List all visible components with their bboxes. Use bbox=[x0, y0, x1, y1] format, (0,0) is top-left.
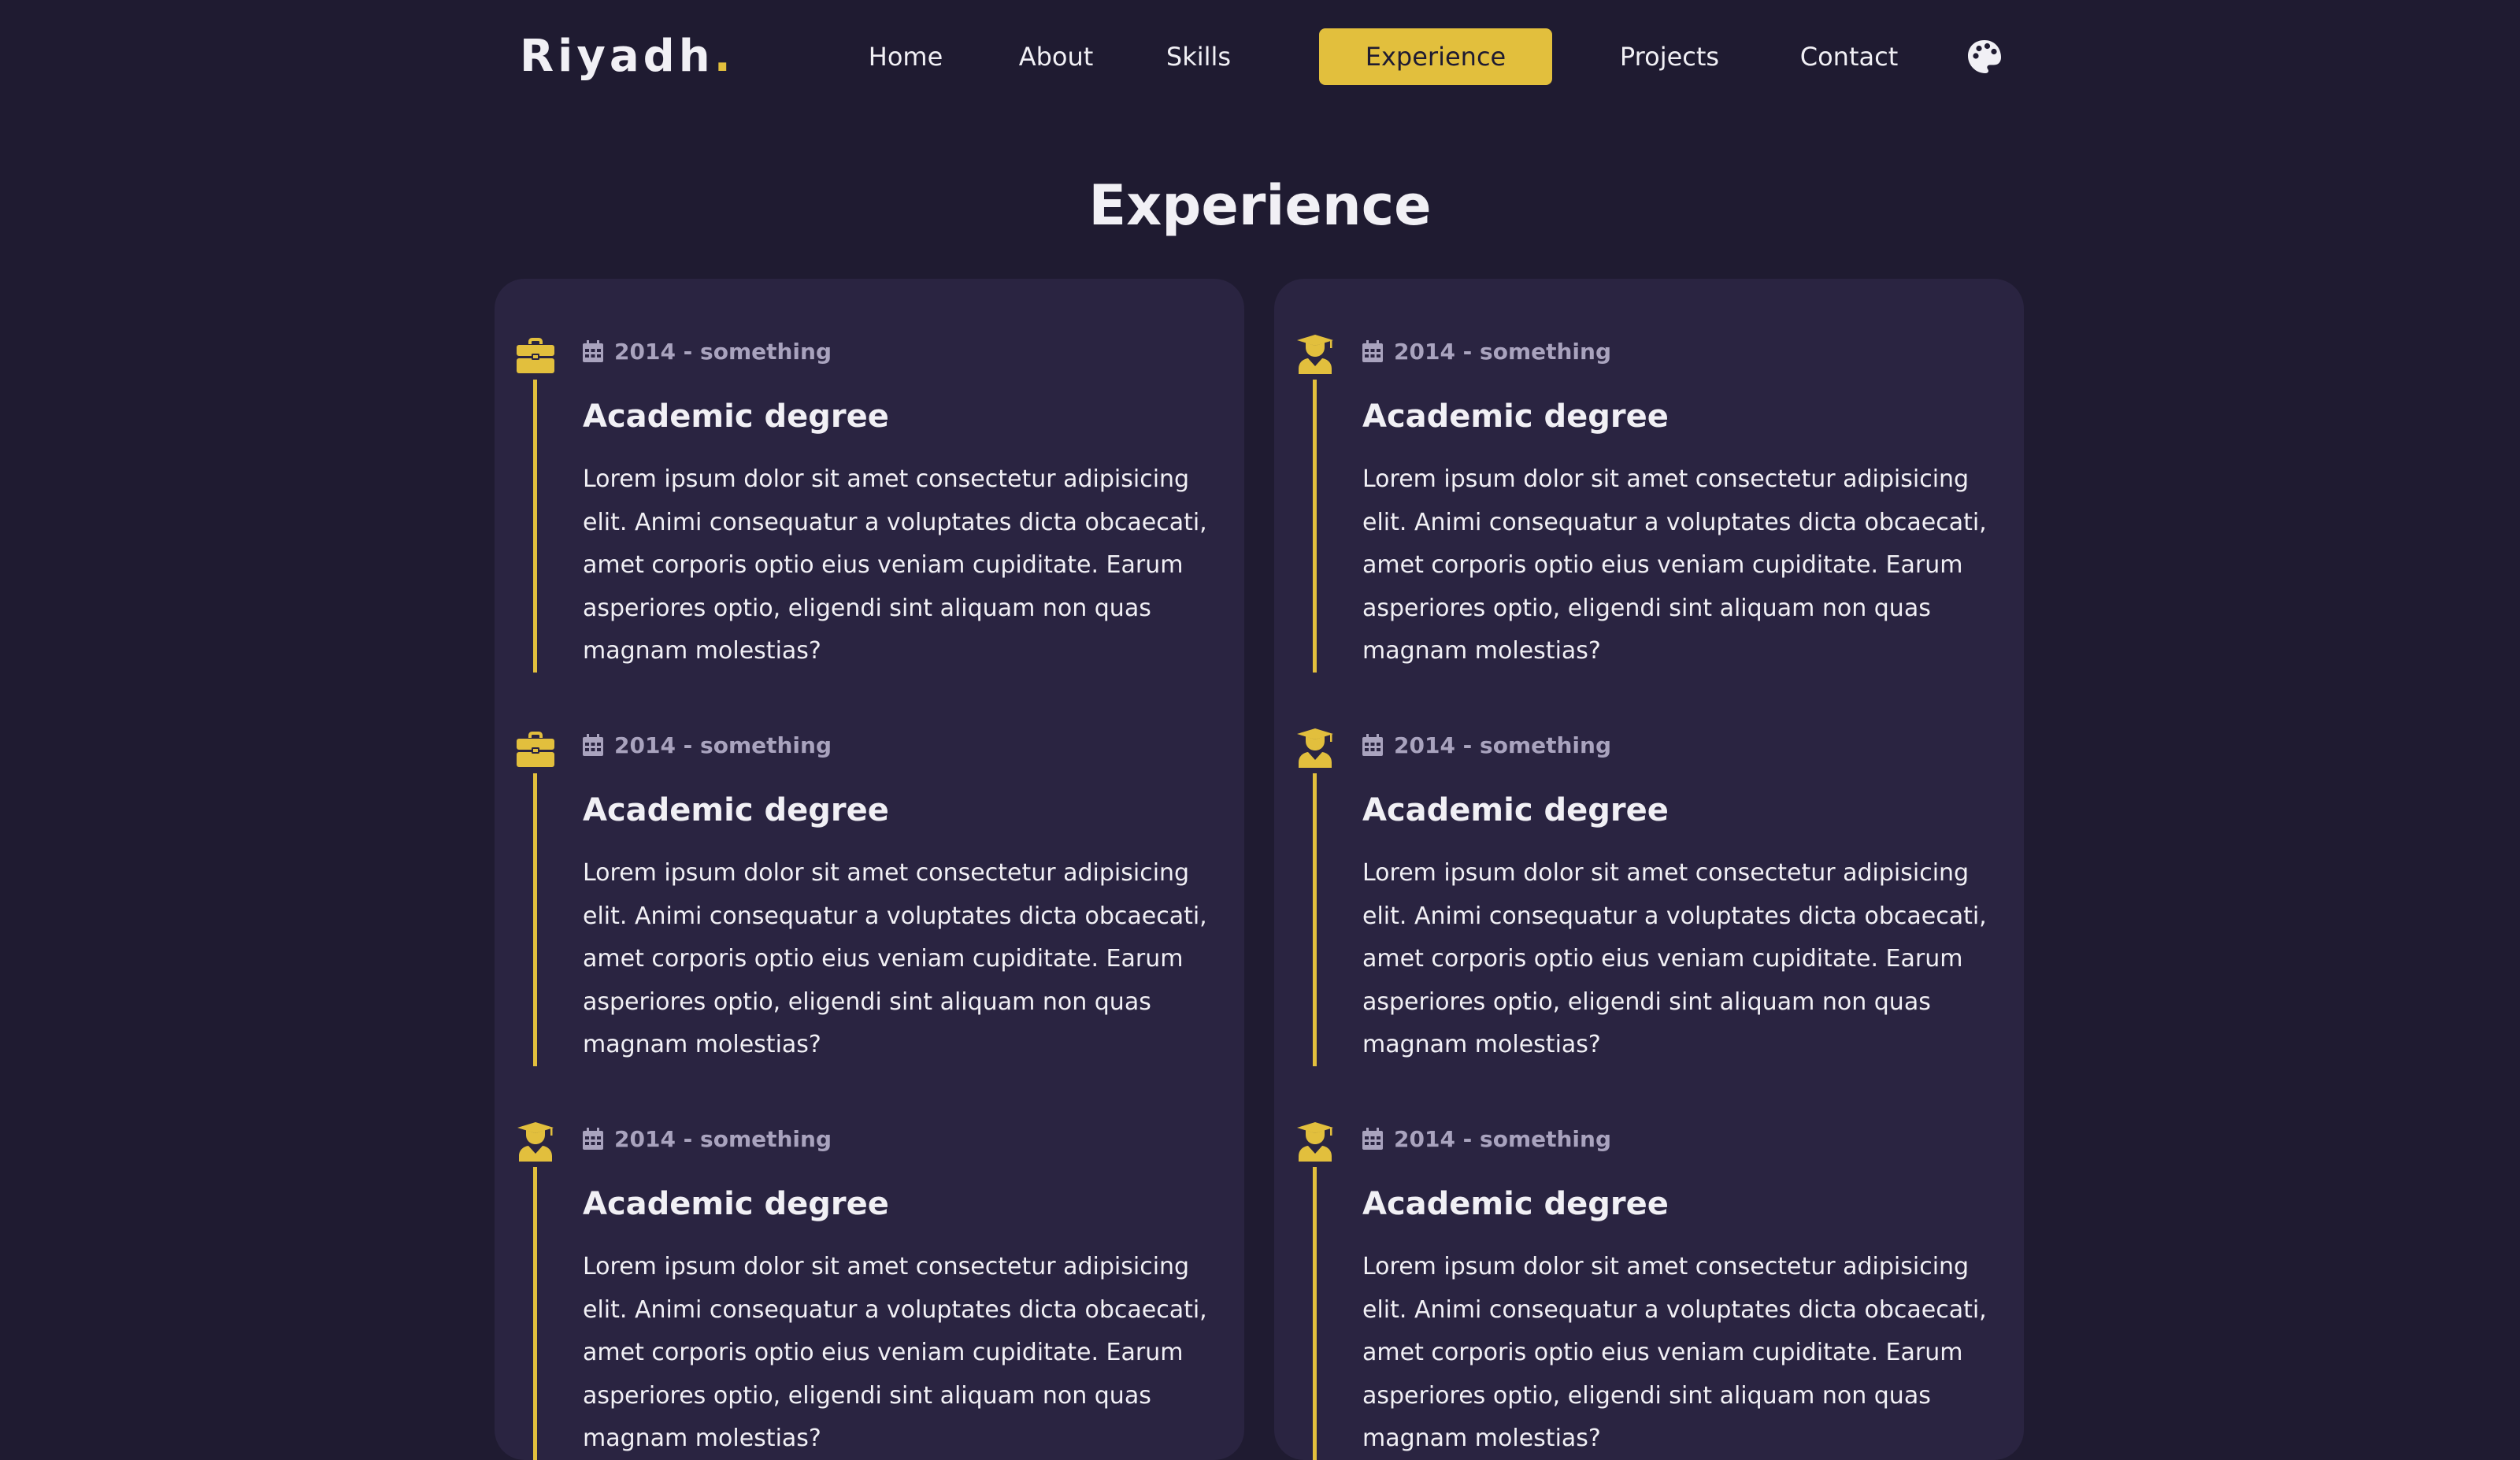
graduate-icon bbox=[1295, 334, 1336, 375]
item-date: 2014 - something bbox=[614, 1125, 832, 1152]
timeline-item: 2014 - something Academic degree Lorem i… bbox=[1274, 1066, 2024, 1460]
experience-card-right: 2014 - something Academic degree Lorem i… bbox=[1274, 279, 2024, 1460]
calendar-icon bbox=[583, 1128, 603, 1150]
briefcase-icon bbox=[515, 728, 556, 769]
timeline-line bbox=[1313, 1167, 1317, 1460]
calendar-icon bbox=[583, 340, 603, 362]
item-description: Lorem ipsum dolor sit amet consectetur a… bbox=[1362, 1253, 1987, 1452]
date-row: 2014 - something bbox=[1362, 334, 1611, 369]
timeline-line bbox=[533, 773, 537, 1066]
item-description: Lorem ipsum dolor sit amet consectetur a… bbox=[1362, 465, 1987, 665]
experience-card-left: 2014 - something Academic degree Lorem i… bbox=[495, 279, 1244, 1460]
item-title: Academic degree bbox=[1362, 1186, 1669, 1222]
date-row: 2014 - something bbox=[583, 1121, 832, 1156]
nav-contact[interactable]: Contact bbox=[1796, 28, 1903, 85]
graduate-icon bbox=[1295, 728, 1336, 769]
briefcase-icon bbox=[515, 334, 556, 375]
nav-menu: Home About Skills Experience Projects Co… bbox=[520, 28, 2022, 85]
item-date: 2014 - something bbox=[614, 338, 832, 365]
date-row: 2014 - something bbox=[1362, 728, 1611, 762]
palette-icon[interactable] bbox=[1966, 38, 2003, 76]
calendar-icon bbox=[1362, 1128, 1383, 1150]
item-description: Lorem ipsum dolor sit amet consectetur a… bbox=[583, 465, 1207, 665]
timeline-item: 2014 - something Academic degree Lorem i… bbox=[495, 1066, 1244, 1460]
item-date: 2014 - something bbox=[1394, 338, 1612, 365]
date-row: 2014 - something bbox=[583, 728, 832, 762]
date-row: 2014 - something bbox=[583, 334, 832, 369]
timeline-item: 2014 - something Academic degree Lorem i… bbox=[495, 673, 1244, 1066]
graduate-icon bbox=[1295, 1121, 1336, 1162]
item-title: Academic degree bbox=[583, 398, 889, 435]
calendar-icon bbox=[1362, 734, 1383, 756]
timeline-line bbox=[1313, 773, 1317, 1066]
item-description: Lorem ipsum dolor sit amet consectetur a… bbox=[583, 1253, 1207, 1452]
item-title: Academic degree bbox=[583, 1186, 889, 1222]
date-row: 2014 - something bbox=[1362, 1121, 1611, 1156]
navbar: Riyadh. Home About Skills Experience Pro… bbox=[520, 28, 2022, 85]
timeline-item: 2014 - something Academic degree Lorem i… bbox=[495, 279, 1244, 673]
item-title: Academic degree bbox=[1362, 398, 1669, 435]
nav-home[interactable]: Home bbox=[866, 28, 945, 85]
graduate-icon bbox=[515, 1121, 556, 1162]
calendar-icon bbox=[1362, 340, 1383, 362]
nav-skills[interactable]: Skills bbox=[1158, 28, 1240, 85]
timeline-line bbox=[1313, 380, 1317, 673]
item-date: 2014 - something bbox=[1394, 732, 1612, 758]
item-description: Lorem ipsum dolor sit amet consectetur a… bbox=[583, 859, 1207, 1058]
item-description: Lorem ipsum dolor sit amet consectetur a… bbox=[1362, 859, 1987, 1058]
timeline-line bbox=[533, 380, 537, 673]
page-title: Experience bbox=[1088, 172, 1432, 238]
timeline-item: 2014 - something Academic degree Lorem i… bbox=[1274, 279, 2024, 673]
nav-about[interactable]: About bbox=[1006, 28, 1106, 85]
calendar-icon bbox=[583, 734, 603, 756]
item-date: 2014 - something bbox=[614, 732, 832, 758]
timeline-line bbox=[533, 1167, 537, 1460]
item-title: Academic degree bbox=[583, 792, 889, 828]
nav-projects[interactable]: Projects bbox=[1616, 28, 1723, 85]
item-date: 2014 - something bbox=[1394, 1125, 1612, 1152]
timeline-item: 2014 - something Academic degree Lorem i… bbox=[1274, 673, 2024, 1066]
nav-experience[interactable]: Experience bbox=[1319, 28, 1552, 85]
item-title: Academic degree bbox=[1362, 792, 1669, 828]
